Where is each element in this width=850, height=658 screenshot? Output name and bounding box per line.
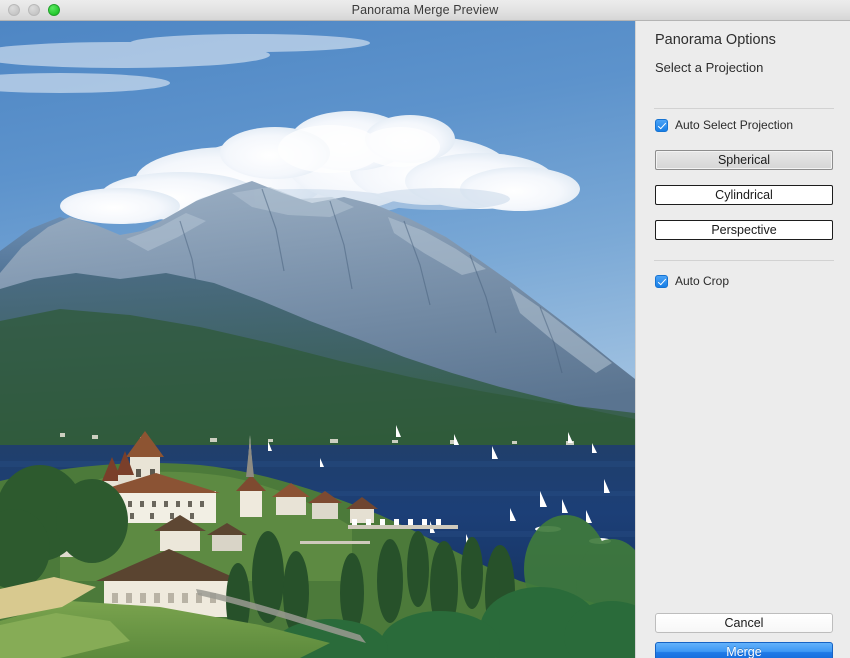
- divider-bottom: [654, 260, 834, 261]
- panorama-options-sidebar: Panorama Options Select a Projection Aut…: [635, 21, 850, 658]
- auto-select-projection-checkbox-row[interactable]: Auto Select Projection: [655, 118, 793, 132]
- auto-crop-checkbox-row[interactable]: Auto Crop: [655, 274, 729, 288]
- auto-crop-label: Auto Crop: [675, 274, 730, 288]
- window-title: Panorama Merge Preview: [351, 3, 499, 17]
- projection-button-cylindrical[interactable]: Cylindrical: [655, 185, 833, 205]
- panorama-preview-image[interactable]: [0, 21, 635, 658]
- checkmark-icon-auto-crop[interactable]: [655, 274, 668, 288]
- auto-select-projection-label: Auto Select Projection: [675, 118, 794, 132]
- cancel-button[interactable]: Cancel: [655, 613, 833, 633]
- checkmark-icon-auto-select[interactable]: [655, 118, 668, 132]
- divider-top: [654, 108, 834, 109]
- projection-button-spherical[interactable]: Spherical: [655, 150, 833, 170]
- panel-subtitle: Select a Projection: [655, 60, 764, 75]
- panel-title: Panorama Options: [655, 32, 776, 48]
- merge-button[interactable]: Merge: [655, 642, 833, 658]
- panorama-merge-window: Panorama Merge Preview Panorama Options …: [0, 0, 850, 658]
- panorama-scene-illustration: [0, 21, 635, 658]
- projection-button-perspective[interactable]: Perspective: [655, 220, 833, 240]
- window-titlebar: Panorama Merge Preview: [0, 0, 850, 21]
